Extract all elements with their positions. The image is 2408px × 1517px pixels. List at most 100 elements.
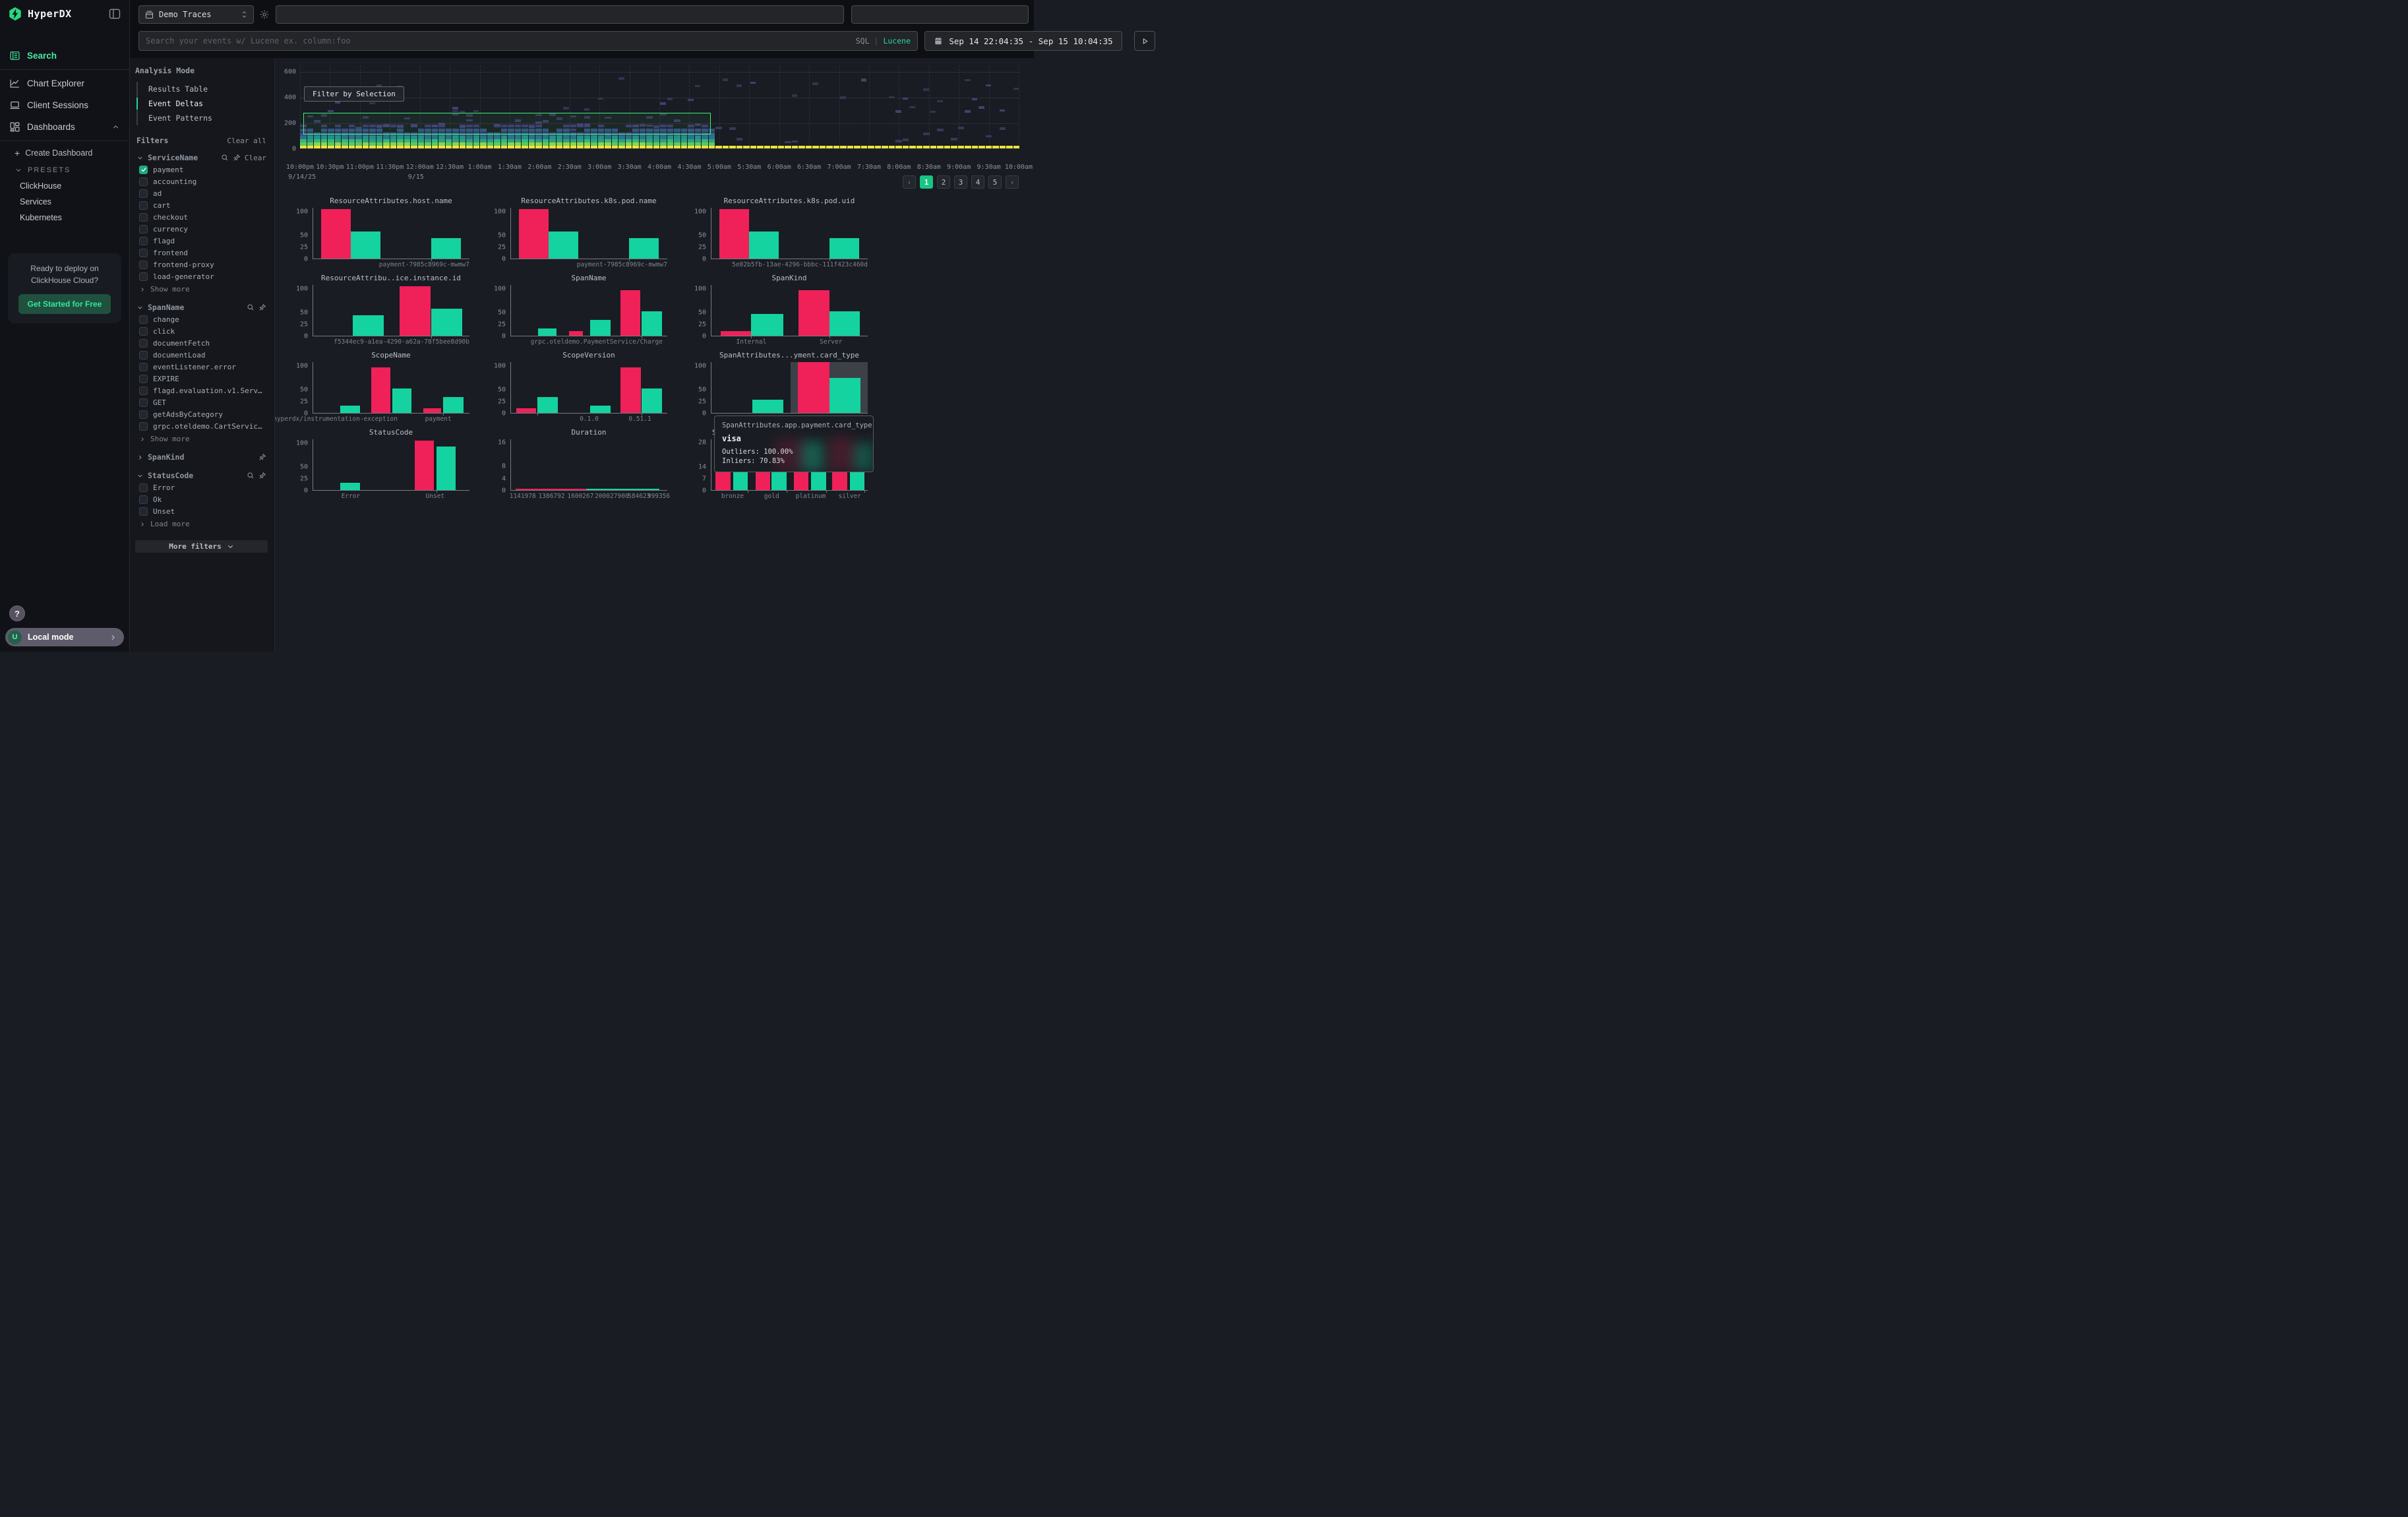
pagination-next[interactable]: ›: [1006, 175, 1019, 189]
preset-clickhouse[interactable]: ClickHouse: [0, 178, 129, 194]
chevron-right-icon[interactable]: [136, 454, 144, 461]
presets-toggle[interactable]: PRESETS: [0, 162, 129, 178]
filter-option-grpc.oteldemo.CartServic…[interactable]: grpc.oteldemo.CartServic…: [135, 420, 268, 432]
get-started-button[interactable]: Get Started for Free: [18, 294, 111, 314]
sql-toggle[interactable]: SQL: [856, 36, 870, 46]
checkbox[interactable]: [139, 507, 148, 516]
events-heatmap[interactable]: 600400200010:00pm10:30pm11:00pm11:30pm12…: [300, 65, 1019, 149]
inlier-bar[interactable]: [590, 320, 611, 336]
outlier-bar[interactable]: [756, 472, 771, 490]
sidebar-item-dashboards[interactable]: Dashboards: [0, 116, 129, 138]
outlier-bar[interactable]: [721, 331, 751, 336]
inlier-bar[interactable]: [431, 238, 461, 259]
outlier-bar[interactable]: [719, 209, 749, 259]
inlier-bar[interactable]: [811, 472, 826, 490]
analysis-mode-event-deltas[interactable]: Event Deltas: [138, 96, 268, 111]
inlier-bar[interactable]: [771, 472, 787, 490]
checkbox[interactable]: [139, 495, 148, 504]
help-button[interactable]: ?: [9, 605, 25, 621]
clear-all-filters-button[interactable]: Clear all: [227, 137, 266, 145]
delta-chart-spankind[interactable]: SpanKindInternalServer10050250: [711, 285, 868, 336]
delta-chart-duration[interactable]: Duration11419781386792160026720002790058…: [510, 439, 667, 491]
filter-option-EXPIRE[interactable]: EXPIRE: [135, 373, 268, 385]
filter-by-selection-button[interactable]: Filter by Selection: [304, 86, 404, 102]
checkbox[interactable]: [139, 189, 148, 198]
outlier-bar[interactable]: [423, 408, 442, 413]
checkbox[interactable]: [139, 375, 148, 383]
inlier-bar[interactable]: [353, 315, 384, 336]
outlier-bar[interactable]: [371, 367, 390, 413]
inlier-bar[interactable]: [829, 238, 859, 259]
filter-group-name[interactable]: SpanKind: [148, 452, 255, 462]
selection-region[interactable]: [303, 113, 711, 135]
outlier-bar[interactable]: [321, 209, 351, 259]
checkbox[interactable]: [139, 237, 148, 245]
inlier-bar[interactable]: [749, 232, 779, 259]
inlier-bar[interactable]: [629, 238, 659, 259]
outlier-bar[interactable]: [798, 290, 829, 336]
inlier-bar[interactable]: [586, 489, 659, 490]
select-query-input[interactable]: [276, 5, 844, 24]
checkbox[interactable]: [139, 387, 148, 395]
delta-chart-scopeversion[interactable]: ScopeVersion0.1.00.51.110050250: [510, 362, 667, 414]
pin-icon[interactable]: [233, 154, 241, 162]
checkbox[interactable]: [139, 249, 148, 257]
inlier-bar[interactable]: [340, 406, 359, 413]
show-more-button[interactable]: Show more: [135, 432, 268, 445]
preset-kubernetes[interactable]: Kubernetes: [0, 210, 129, 226]
checkbox[interactable]: [139, 225, 148, 233]
filter-option-frontend-proxy[interactable]: frontend-proxy: [135, 259, 268, 270]
checkbox[interactable]: [139, 327, 148, 336]
chevron-down-icon[interactable]: [136, 304, 144, 311]
checkbox[interactable]: [139, 483, 148, 492]
filter-option-documentFetch[interactable]: documentFetch: [135, 337, 268, 349]
inlier-bar[interactable]: [829, 311, 860, 336]
filter-option-change[interactable]: change: [135, 313, 268, 325]
delta-chart-spanname[interactable]: SpanNamegrpc.oteldemo.PaymentService/Cha…: [510, 285, 667, 336]
inlier-bar[interactable]: [642, 388, 662, 413]
outlier-bar[interactable]: [798, 362, 829, 413]
pagination-page-1[interactable]: 1: [920, 175, 933, 189]
filter-option-getAdsByCategory[interactable]: getAdsByCategory: [135, 408, 268, 420]
inlier-bar[interactable]: [751, 314, 783, 336]
outlier-bar[interactable]: [415, 441, 434, 490]
inlier-bar[interactable]: [642, 311, 662, 336]
pagination-page-5[interactable]: 5: [988, 175, 1002, 189]
lucene-toggle[interactable]: Lucene: [883, 36, 911, 46]
orderby-input[interactable]: [851, 5, 1029, 24]
filter-option-Ok[interactable]: Ok: [135, 493, 268, 505]
more-filters-button[interactable]: More filters: [135, 540, 268, 553]
search-icon[interactable]: [247, 303, 255, 311]
checkbox[interactable]: [139, 410, 148, 419]
filter-group-name[interactable]: StatusCode: [148, 471, 243, 480]
outlier-bar[interactable]: [569, 331, 583, 336]
inlier-bar[interactable]: [752, 400, 783, 413]
checkbox[interactable]: [139, 213, 148, 222]
pagination-page-4[interactable]: 4: [971, 175, 984, 189]
chevron-down-icon[interactable]: [136, 154, 144, 162]
delta-chart-resourceattributes-k8s-pod-uid[interactable]: ResourceAttributes.k8s.pod.uid5e02b5fb-1…: [711, 208, 868, 259]
pagination-page-2[interactable]: 2: [937, 175, 950, 189]
filter-option-click[interactable]: click: [135, 325, 268, 337]
preset-services[interactable]: Services: [0, 194, 129, 210]
outlier-bar[interactable]: [715, 472, 731, 490]
pagination-page-3[interactable]: 3: [954, 175, 967, 189]
inlier-bar[interactable]: [850, 472, 865, 490]
filter-group-name[interactable]: SpanName: [148, 303, 243, 312]
delta-chart-resourceattribu-ice-instance-id[interactable]: ResourceAttribu..ice.instance.idf5344ec9…: [313, 285, 469, 336]
run-query-button[interactable]: [1134, 31, 1155, 51]
checkbox[interactable]: [139, 363, 148, 371]
inlier-bar[interactable]: [590, 406, 611, 413]
inlier-bar[interactable]: [392, 388, 411, 413]
inlier-bar[interactable]: [340, 483, 359, 490]
filter-option-load-generator[interactable]: load-generator: [135, 270, 268, 282]
gear-icon[interactable]: [259, 9, 270, 20]
show-more-button[interactable]: Show more: [135, 282, 268, 295]
outlier-bar[interactable]: [620, 290, 640, 336]
filter-option-Error[interactable]: Error: [135, 481, 268, 493]
sidebar-item-client-sessions[interactable]: Client Sessions: [0, 94, 129, 116]
checkbox[interactable]: [139, 201, 148, 210]
checkbox[interactable]: [139, 398, 148, 407]
pagination-prev[interactable]: ‹: [903, 175, 916, 189]
checkbox[interactable]: [139, 315, 148, 324]
